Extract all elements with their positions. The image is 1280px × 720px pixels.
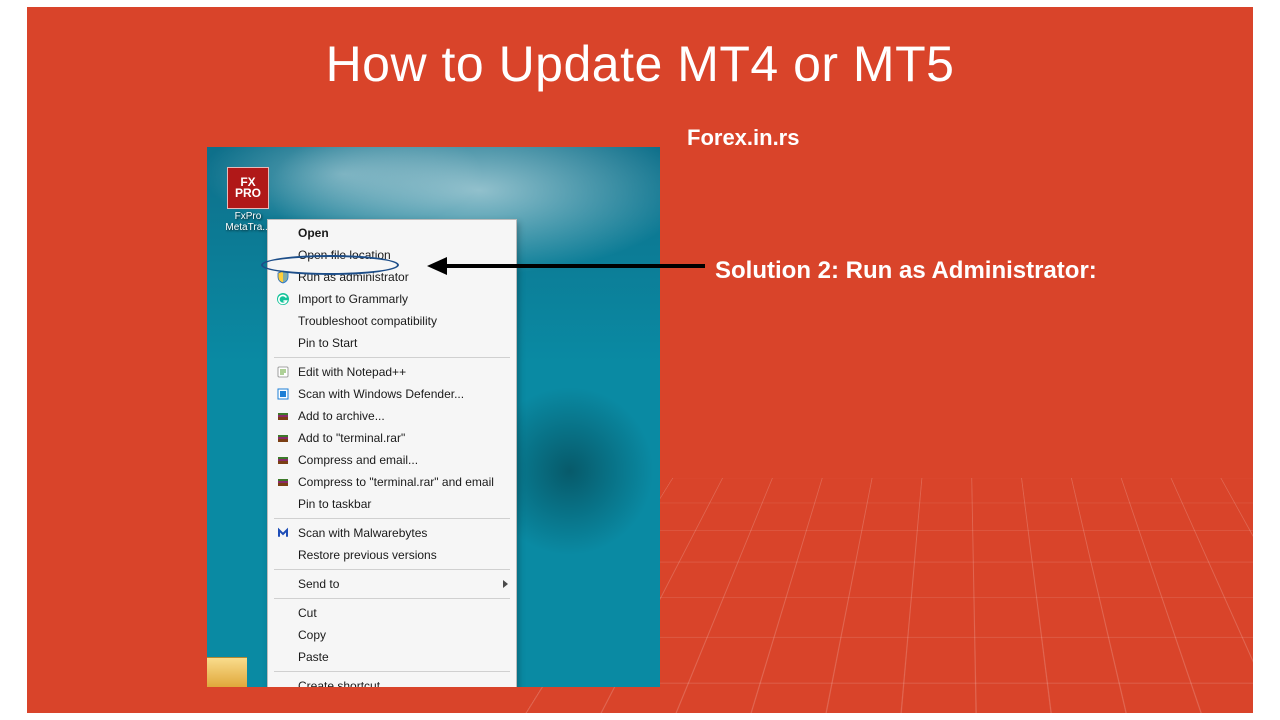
blank-icon [274, 547, 292, 563]
ctx-pin-start[interactable]: Pin to Start [268, 332, 516, 354]
ctx-paste[interactable]: Paste [268, 646, 516, 668]
ctx-scan-defender[interactable]: Scan with Windows Defender... [268, 383, 516, 405]
ctx-copy[interactable]: Copy [268, 624, 516, 646]
ctx-separator [274, 569, 510, 570]
desktop-screenshot: FX PRO FxPro MetaTra... Open Open file l… [207, 147, 660, 687]
ctx-separator [274, 357, 510, 358]
ctx-label: Restore previous versions [298, 548, 508, 563]
ctx-label: Pin to Start [298, 336, 508, 351]
ctx-open-label: Open [298, 226, 508, 241]
ctx-label: Cut [298, 606, 508, 621]
ctx-separator [274, 671, 510, 672]
ctx-compress-terminal-email[interactable]: Compress to "terminal.rar" and email [268, 471, 516, 493]
ctx-import-grammarly[interactable]: Import to Grammarly [268, 288, 516, 310]
ctx-label: Send to [298, 577, 508, 592]
chevron-right-icon [503, 580, 508, 588]
ctx-label: Open file location [298, 248, 508, 263]
ctx-label: Pin to taskbar [298, 497, 508, 512]
ctx-label: Run as administrator [298, 270, 508, 285]
blank-icon [274, 649, 292, 665]
ctx-create-shortcut[interactable]: Create shortcut [268, 675, 516, 687]
ctx-send-to[interactable]: Send to [268, 573, 516, 595]
blank-icon [274, 335, 292, 351]
ctx-label: Compress to "terminal.rar" and email [298, 475, 508, 490]
ctx-scan-malwarebytes[interactable]: Scan with Malwarebytes [268, 522, 516, 544]
winrar-icon [274, 430, 292, 446]
ctx-separator [274, 598, 510, 599]
blank-icon [274, 313, 292, 329]
ctx-edit-notepadpp[interactable]: Edit with Notepad++ [268, 361, 516, 383]
ctx-label: Compress and email... [298, 453, 508, 468]
site-label: Forex.in.rs [687, 125, 799, 151]
winrar-icon [274, 452, 292, 468]
ctx-open[interactable]: Open [268, 222, 516, 244]
ctx-separator [274, 518, 510, 519]
blank-icon [274, 627, 292, 643]
context-menu: Open Open file location Run as administr… [267, 219, 517, 687]
grammarly-icon [274, 291, 292, 307]
ctx-pin-taskbar[interactable]: Pin to taskbar [268, 493, 516, 515]
ctx-troubleshoot[interactable]: Troubleshoot compatibility [268, 310, 516, 332]
malwarebytes-icon [274, 525, 292, 541]
blank-icon [274, 576, 292, 592]
ctx-run-as-admin[interactable]: Run as administrator [268, 266, 516, 288]
ctx-add-terminal-rar[interactable]: Add to "terminal.rar" [268, 427, 516, 449]
slide-title: How to Update MT4 or MT5 [27, 35, 1253, 93]
blank-icon [274, 605, 292, 621]
ctx-label: Edit with Notepad++ [298, 365, 508, 380]
solution-label: Solution 2: Run as Administrator: [715, 257, 1097, 285]
ctx-restore-versions[interactable]: Restore previous versions [268, 544, 516, 566]
slide: How to Update MT4 or MT5 Forex.in.rs Sol… [27, 7, 1253, 713]
ctx-label: Copy [298, 628, 508, 643]
taskbar-icon[interactable] [207, 657, 247, 687]
ctx-label: Troubleshoot compatibility [298, 314, 508, 329]
blank-icon [274, 678, 292, 687]
ctx-label: Scan with Malwarebytes [298, 526, 508, 541]
blank-icon [274, 225, 292, 241]
notepadpp-icon [274, 364, 292, 380]
ctx-label: Add to archive... [298, 409, 508, 424]
ctx-label: Scan with Windows Defender... [298, 387, 508, 402]
ctx-open-file-location[interactable]: Open file location [268, 244, 516, 266]
defender-icon [274, 386, 292, 402]
blank-icon [274, 247, 292, 263]
winrar-icon [274, 408, 292, 424]
ctx-label: Add to "terminal.rar" [298, 431, 508, 446]
logo-line2: PRO [235, 188, 261, 199]
fxpro-logo-icon: FX PRO [227, 167, 269, 209]
ctx-compress-email[interactable]: Compress and email... [268, 449, 516, 471]
ctx-label: Paste [298, 650, 508, 665]
ctx-add-archive[interactable]: Add to archive... [268, 405, 516, 427]
shield-icon [274, 269, 292, 285]
ctx-label: Import to Grammarly [298, 292, 508, 307]
ctx-label: Create shortcut [298, 679, 508, 688]
blank-icon [274, 496, 292, 512]
winrar-icon [274, 474, 292, 490]
ctx-cut[interactable]: Cut [268, 602, 516, 624]
